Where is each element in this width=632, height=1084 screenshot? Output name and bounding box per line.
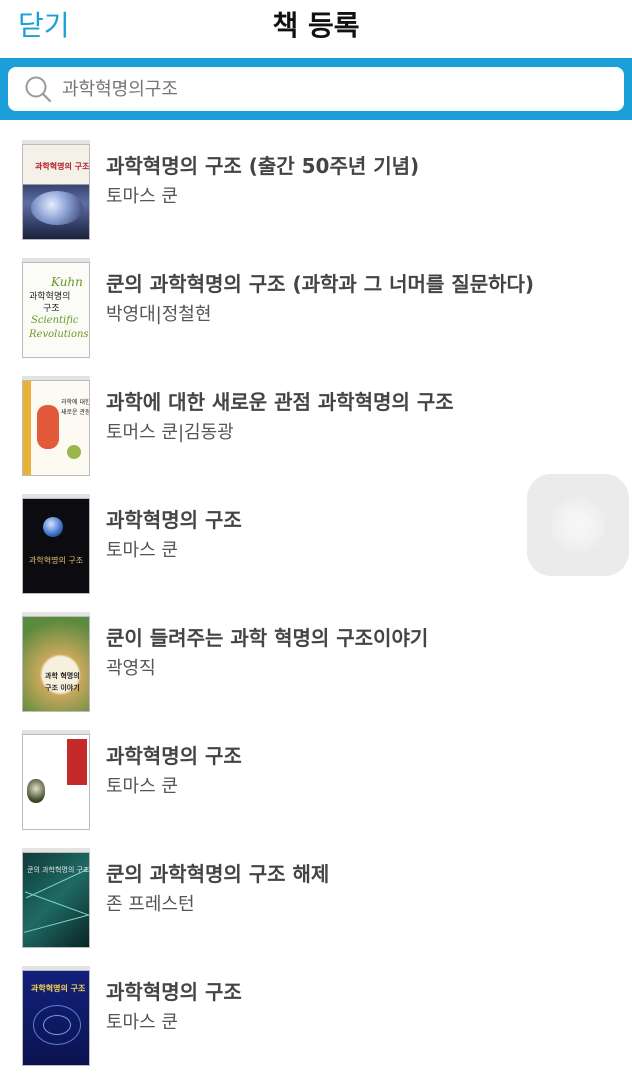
book-cover: 과학에 대한 새로운 관점 xyxy=(22,380,90,476)
book-author: 토마스 쿤 xyxy=(106,186,178,207)
list-item[interactable]: 쿤의 과학혁명의 구조 쿤의 과학혁명의 구조 해제 존 프레스턴 xyxy=(0,852,632,970)
page-title: 책 등록 xyxy=(272,9,360,42)
book-cover xyxy=(22,734,90,830)
book-author: 토머스 쿤|김동광 xyxy=(106,422,234,443)
list-item[interactable]: 과학혁명의 구조 과학혁명의 구조 토마스 쿤 xyxy=(0,970,632,1084)
book-cover: 과학 혁명의 구조 이야기 xyxy=(22,616,90,712)
book-title: 쿤의 과학혁명의 구조 (과학과 그 너머를 질문하다) xyxy=(106,272,535,296)
book-author: 곽영직 xyxy=(106,658,156,679)
search-box[interactable] xyxy=(8,67,624,111)
book-title: 과학혁명의 구조 xyxy=(106,508,242,532)
search-input[interactable] xyxy=(62,78,582,100)
nav-header: 닫기 책 등록 xyxy=(0,0,632,58)
book-cover: 과학혁명의 구조 xyxy=(22,144,90,240)
assistive-touch-button[interactable] xyxy=(527,474,629,576)
book-author: 존 프레스턴 xyxy=(106,894,195,915)
book-title: 과학혁명의 구조 (출간 50주년 기념) xyxy=(106,154,420,178)
book-author: 박영대|정철현 xyxy=(106,304,212,325)
list-item[interactable]: 과학 혁명의 구조 이야기 쿤이 들려주는 과학 혁명의 구조이야기 곽영직 xyxy=(0,616,632,734)
book-cover: 과학혁명의 구조 xyxy=(22,498,90,594)
book-title: 과학혁명의 구조 xyxy=(106,980,242,1004)
search-bar xyxy=(0,58,632,120)
search-icon xyxy=(25,76,52,103)
book-title: 과학에 대한 새로운 관점 과학혁명의 구조 xyxy=(106,390,454,414)
list-item[interactable]: 과학혁명의 구조 토마스 쿤 xyxy=(0,734,632,852)
book-title: 쿤이 들려주는 과학 혁명의 구조이야기 xyxy=(106,626,429,650)
book-title: 과학혁명의 구조 xyxy=(106,744,242,768)
assistive-touch-icon xyxy=(551,498,605,552)
book-list: 과학혁명의 구조 과학혁명의 구조 (출간 50주년 기념) 토마스 쿤 Kuh… xyxy=(0,120,632,1084)
list-item[interactable]: Kuhn 과학혁명의 구조 Scientific Revolutions 쿤의 … xyxy=(0,262,632,380)
book-title: 쿤의 과학혁명의 구조 해제 xyxy=(106,862,330,886)
book-author: 토마스 쿤 xyxy=(106,540,178,561)
book-cover: 과학혁명의 구조 xyxy=(22,970,90,1066)
book-author: 토마스 쿤 xyxy=(106,776,178,797)
book-cover: 쿤의 과학혁명의 구조 xyxy=(22,852,90,948)
book-cover: Kuhn 과학혁명의 구조 Scientific Revolutions xyxy=(22,262,90,358)
list-item[interactable]: 과학혁명의 구조 과학혁명의 구조 (출간 50주년 기념) 토마스 쿤 xyxy=(0,144,632,262)
book-author: 토마스 쿤 xyxy=(106,1012,178,1033)
